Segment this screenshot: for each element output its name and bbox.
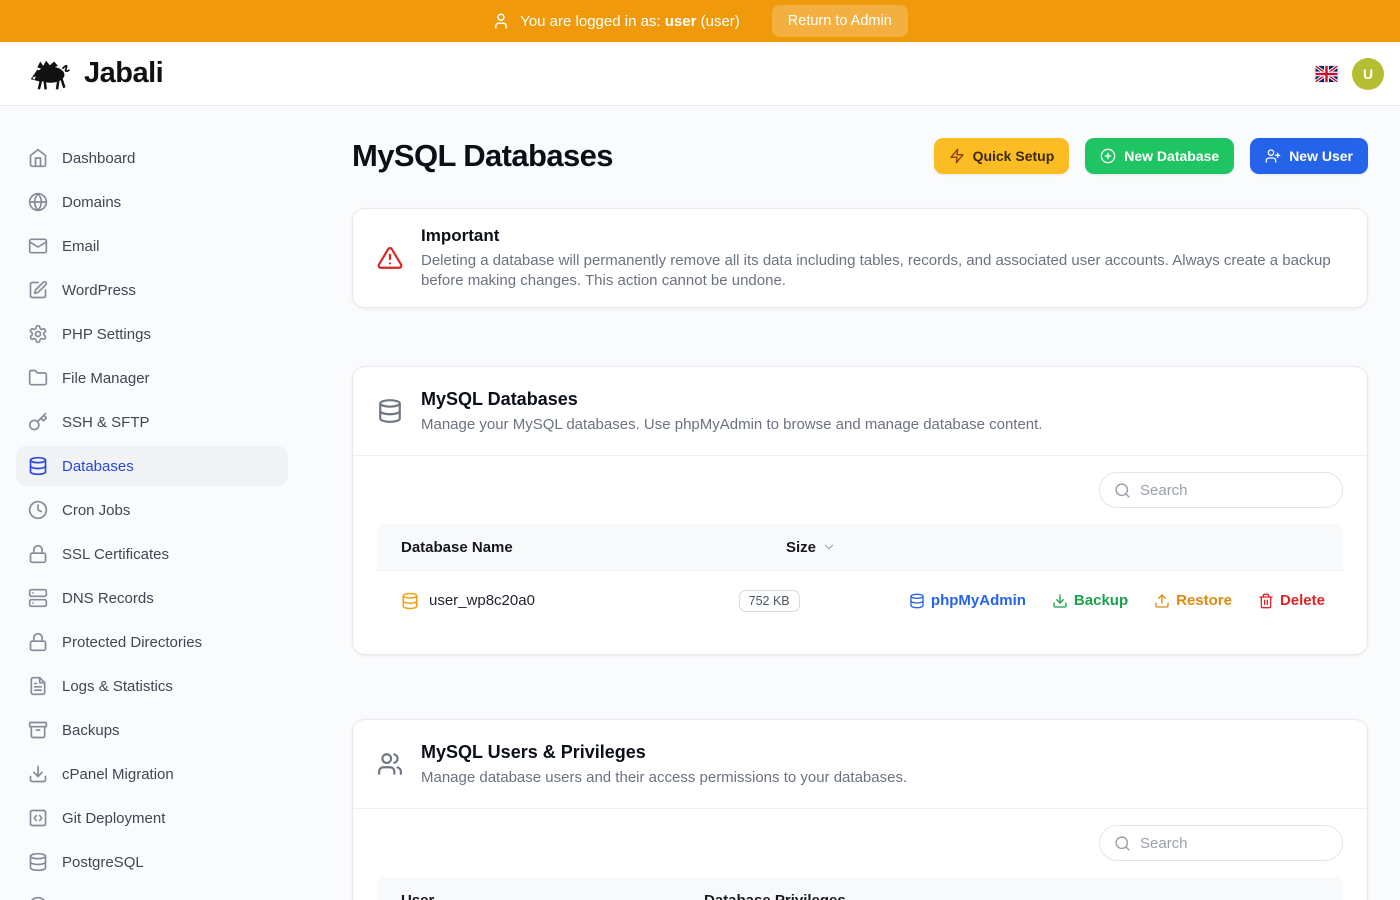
code-square-icon [28, 808, 48, 828]
sidebar-item-cpanel-migration[interactable]: cPanel Migration [16, 754, 288, 794]
users-table: User Database Privileges [377, 877, 1343, 900]
users-search [1099, 825, 1343, 861]
sidebar-item-databases[interactable]: Databases [16, 446, 288, 486]
database-row: user_wp8c20a0 752 KB phpMyAdmin Backup [377, 570, 1343, 630]
brand-name: Jabali [84, 57, 163, 90]
sidebar-item-dashboard[interactable]: Dashboard [16, 138, 288, 178]
sidebar-item-dns-records[interactable]: DNS Records [16, 578, 288, 618]
user-avatar[interactable]: U [1352, 58, 1384, 90]
database-size-badge: 752 KB [739, 590, 800, 612]
pencil-square-icon [28, 280, 48, 300]
clock-icon [28, 500, 48, 520]
column-header-user: User [377, 892, 704, 900]
sidebar-item-ssh-sftp[interactable]: SSH & SFTP [16, 402, 288, 442]
server-icon [28, 588, 48, 608]
new-user-button[interactable]: New User [1250, 138, 1368, 174]
column-header-database-name: Database Name [377, 539, 762, 556]
mail-icon [28, 236, 48, 256]
gear-icon [28, 324, 48, 344]
database-icon [377, 398, 403, 424]
delete-link[interactable]: Delete [1258, 592, 1325, 609]
alert-triangle-icon [377, 245, 403, 271]
chevron-down-icon [822, 540, 836, 554]
database-icon [28, 852, 48, 872]
databases-card-title: MySQL Databases [421, 387, 1042, 411]
important-warning-card: Important Deleting a database will perma… [352, 208, 1368, 308]
banner-role: (user) [701, 13, 740, 30]
brand-logo[interactable]: Jabali [30, 57, 163, 91]
databases-card-description: Manage your MySQL databases. Use phpMyAd… [421, 415, 1042, 435]
app-header: Jabali U [0, 42, 1400, 106]
sidebar-nav: Dashboard Domains Email WordPress PHP Se… [0, 106, 304, 900]
databases-table: Database Name Size user_wp8c20a0 752 KB [377, 524, 1343, 630]
boar-icon [30, 57, 74, 91]
plus-circle-icon [1100, 148, 1116, 164]
sidebar-item-partial[interactable] [16, 886, 288, 900]
sidebar-item-protected-directories[interactable]: Protected Directories [16, 622, 288, 662]
users-card-title: MySQL Users & Privileges [421, 740, 907, 764]
sidebar-item-logs-statistics[interactable]: Logs & Statistics [16, 666, 288, 706]
users-card-description: Manage database users and their access p… [421, 768, 907, 788]
search-icon [1114, 482, 1131, 499]
page-title: MySQL Databases [352, 138, 613, 174]
sidebar-item-git-deployment[interactable]: Git Deployment [16, 798, 288, 838]
sidebar-item-file-manager[interactable]: File Manager [16, 358, 288, 398]
user-plus-icon [1265, 148, 1281, 164]
key-icon [28, 412, 48, 432]
circle-icon [28, 896, 48, 900]
database-icon [28, 456, 48, 476]
database-icon [909, 593, 925, 609]
home-icon [28, 148, 48, 168]
download-icon [1052, 593, 1068, 609]
users-icon [377, 751, 403, 777]
file-text-icon [28, 676, 48, 696]
user-icon [492, 12, 510, 30]
databases-search [1099, 472, 1343, 508]
column-header-privileges: Database Privileges [704, 892, 1343, 900]
main-content: MySQL Databases Quick Setup New Database… [304, 106, 1400, 900]
database-icon [401, 592, 419, 610]
mysql-databases-card: MySQL Databases Manage your MySQL databa… [352, 366, 1368, 655]
sidebar-item-cron-jobs[interactable]: Cron Jobs [16, 490, 288, 530]
warning-title: Important [421, 225, 1341, 247]
sidebar-item-postgresql[interactable]: PostgreSQL [16, 842, 288, 882]
lock-icon [28, 544, 48, 564]
quick-setup-button[interactable]: Quick Setup [934, 138, 1070, 174]
phpmyadmin-link[interactable]: phpMyAdmin [909, 592, 1026, 609]
new-database-button[interactable]: New Database [1085, 138, 1234, 174]
banner-message: You are logged in as: user (user) [520, 13, 740, 30]
sidebar-item-ssl-certificates[interactable]: SSL Certificates [16, 534, 288, 574]
databases-search-input[interactable] [1140, 482, 1328, 499]
sidebar-item-domains[interactable]: Domains [16, 182, 288, 222]
trash-icon [1258, 593, 1274, 609]
globe-icon [28, 192, 48, 212]
database-name: user_wp8c20a0 [429, 592, 535, 609]
search-icon [1114, 835, 1131, 852]
lock-icon [28, 632, 48, 652]
column-header-size[interactable]: Size [762, 539, 982, 556]
sidebar-item-backups[interactable]: Backups [16, 710, 288, 750]
upload-icon [1154, 593, 1170, 609]
sidebar-item-php-settings[interactable]: PHP Settings [16, 314, 288, 354]
impersonation-banner: You are logged in as: user (user) Return… [0, 0, 1400, 42]
backup-link[interactable]: Backup [1052, 592, 1128, 609]
banner-username: user [665, 13, 697, 30]
return-to-admin-button[interactable]: Return to Admin [772, 5, 908, 37]
folder-icon [28, 368, 48, 388]
language-flag-icon[interactable] [1315, 66, 1338, 82]
mysql-users-card: MySQL Users & Privileges Manage database… [352, 719, 1368, 900]
restore-link[interactable]: Restore [1154, 592, 1232, 609]
archive-icon [28, 720, 48, 740]
users-search-input[interactable] [1140, 835, 1328, 852]
sidebar-item-wordpress[interactable]: WordPress [16, 270, 288, 310]
download-icon [28, 764, 48, 784]
sidebar-item-email[interactable]: Email [16, 226, 288, 266]
lightning-icon [949, 148, 965, 164]
warning-body: Deleting a database will permanently rem… [421, 251, 1341, 291]
